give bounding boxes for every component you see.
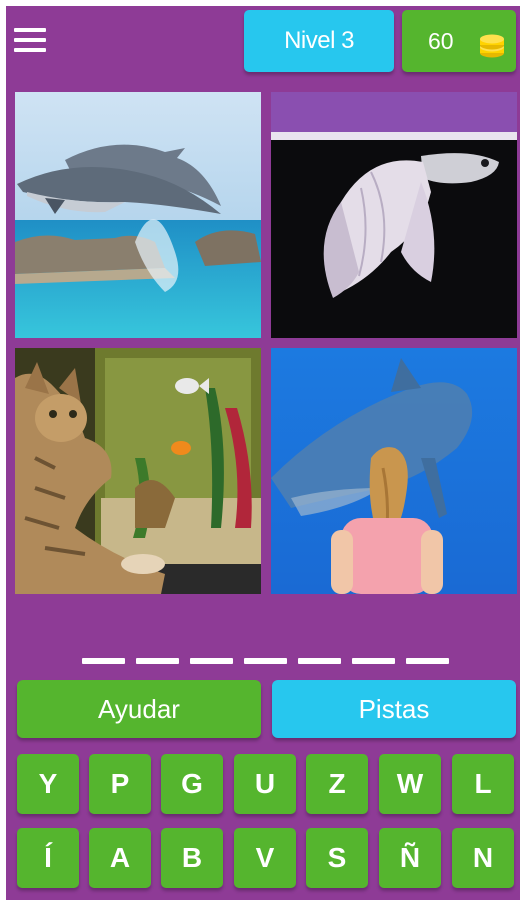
betta-fish-photo: [271, 92, 517, 338]
dolphins-photo: [15, 92, 261, 338]
answer-slot[interactable]: [298, 658, 341, 664]
answer-slot[interactable]: [244, 658, 287, 664]
letter-key[interactable]: Y: [17, 754, 79, 814]
help-label: Ayudar: [98, 693, 180, 724]
shark-girl-icon: [271, 348, 517, 594]
shark-girl-photo: [271, 348, 517, 594]
hamburger-menu-icon[interactable]: [14, 26, 48, 56]
letter-key[interactable]: Í: [17, 828, 79, 888]
letter-key[interactable]: Ñ: [379, 828, 441, 888]
letter-key[interactable]: S: [306, 828, 368, 888]
letter-key[interactable]: B: [161, 828, 223, 888]
level-badge: Nivel 3: [244, 10, 394, 72]
answer-slot[interactable]: [352, 658, 395, 664]
game-screen: Nivel 3 60 Ayudar Pistas Y P G U Z W L Í…: [6, 6, 520, 900]
letter-key[interactable]: W: [379, 754, 441, 814]
letter-key[interactable]: Z: [306, 754, 368, 814]
answer-slots: [82, 658, 452, 666]
answer-slot[interactable]: [136, 658, 179, 664]
coins-count: 60: [428, 28, 454, 54]
letter-key[interactable]: V: [234, 828, 296, 888]
letter-key[interactable]: G: [161, 754, 223, 814]
letter-key[interactable]: P: [89, 754, 151, 814]
letter-key[interactable]: L: [452, 754, 514, 814]
coins-button[interactable]: 60: [402, 10, 516, 72]
hints-button[interactable]: Pistas: [272, 680, 516, 738]
hints-label: Pistas: [358, 693, 430, 724]
cat-aquarium-icon: [15, 348, 261, 594]
letter-key[interactable]: A: [89, 828, 151, 888]
help-button[interactable]: Ayudar: [17, 680, 261, 738]
answer-slot[interactable]: [190, 658, 233, 664]
betta-fish-icon: [271, 92, 517, 338]
level-label: Nivel 3: [284, 27, 354, 54]
letter-key[interactable]: U: [234, 754, 296, 814]
answer-slot[interactable]: [82, 658, 125, 664]
answer-slot[interactable]: [406, 658, 449, 664]
cat-aquarium-photo: [15, 348, 261, 594]
letter-key[interactable]: N: [452, 828, 514, 888]
coin-stack-icon: [480, 34, 504, 58]
dolphins-icon: [15, 92, 261, 338]
